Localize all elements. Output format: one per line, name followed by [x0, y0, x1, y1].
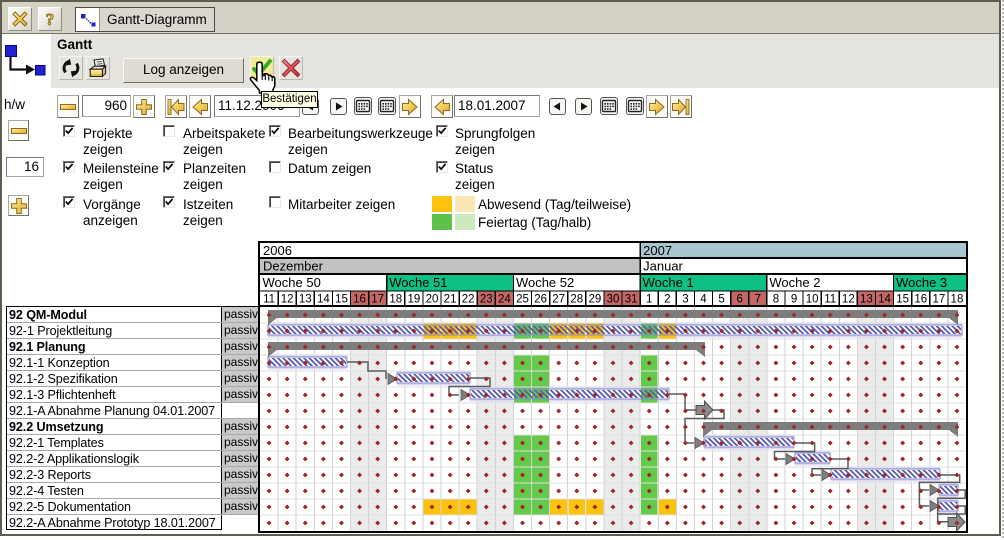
svg-text:8: 8 — [773, 294, 779, 306]
svg-text:3: 3 — [682, 294, 688, 306]
svg-text:Woche 51: Woche 51 — [389, 275, 447, 290]
svg-text:18: 18 — [951, 294, 964, 306]
svg-text:Januar: Januar — [643, 259, 683, 274]
svg-text:17: 17 — [932, 294, 945, 306]
svg-text:5: 5 — [718, 294, 724, 306]
svg-text:29: 29 — [589, 294, 602, 306]
svg-text:15: 15 — [896, 294, 909, 306]
svg-text:18: 18 — [389, 294, 402, 306]
svg-text:11: 11 — [263, 294, 275, 306]
svg-text:23: 23 — [480, 294, 493, 306]
svg-text:11: 11 — [824, 294, 836, 306]
svg-text:7: 7 — [755, 294, 761, 306]
svg-text:4: 4 — [700, 294, 707, 306]
svg-text:17: 17 — [371, 294, 384, 306]
svg-text:30: 30 — [607, 294, 620, 306]
svg-text:2006: 2006 — [263, 243, 292, 258]
svg-text:31: 31 — [625, 294, 638, 306]
svg-text:Woche 3: Woche 3 — [896, 275, 947, 290]
svg-text:9: 9 — [791, 294, 797, 306]
svg-text:6: 6 — [737, 294, 743, 306]
svg-text:27: 27 — [552, 294, 565, 306]
svg-text:Woche 1: Woche 1 — [643, 275, 694, 290]
svg-text:14: 14 — [878, 294, 891, 306]
svg-text:10: 10 — [806, 294, 819, 306]
svg-text:12: 12 — [281, 294, 294, 306]
svg-text:26: 26 — [534, 294, 547, 306]
svg-text:13: 13 — [860, 294, 873, 306]
svg-text:20: 20 — [426, 294, 439, 306]
svg-text:2: 2 — [664, 294, 670, 306]
svg-text:22: 22 — [462, 294, 475, 306]
svg-text:19: 19 — [407, 294, 420, 306]
svg-text:21: 21 — [444, 294, 457, 306]
svg-text:15: 15 — [335, 294, 348, 306]
svg-text:2007: 2007 — [643, 243, 672, 258]
svg-text:16: 16 — [914, 294, 927, 306]
svg-text:12: 12 — [842, 294, 855, 306]
svg-text:1: 1 — [646, 294, 652, 306]
svg-text:16: 16 — [353, 294, 366, 306]
svg-text:25: 25 — [516, 294, 529, 306]
svg-text:14: 14 — [317, 294, 330, 306]
svg-text:Woche 50: Woche 50 — [263, 275, 321, 290]
svg-text:Woche 52: Woche 52 — [516, 275, 574, 290]
svg-text:Woche 2: Woche 2 — [769, 275, 820, 290]
svg-text:13: 13 — [299, 294, 312, 306]
svg-text:Dezember: Dezember — [263, 259, 324, 274]
svg-text:?: ? — [46, 11, 55, 27]
svg-text:24: 24 — [498, 294, 511, 306]
svg-text:28: 28 — [570, 294, 583, 306]
